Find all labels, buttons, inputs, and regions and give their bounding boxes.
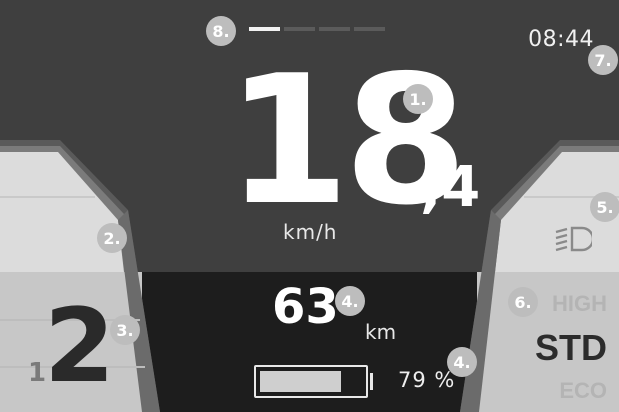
speed-decimal: ,4 [420, 155, 481, 220]
callout-marker-4-battery: 4. [447, 347, 477, 377]
callout-marker-1: 1. [403, 84, 433, 114]
mode-high: HIGH [552, 291, 607, 316]
callout-marker-6: 6. [508, 287, 538, 317]
mode-eco: ECO [559, 378, 607, 403]
callout-marker-4-range: 4. [335, 286, 365, 316]
assist-level-current: 2 [44, 287, 115, 406]
display-screen: 08:44 18 ,4 km/h 1 2 63 km 79 % HIGH STD… [0, 0, 619, 412]
range-value: 63 [272, 279, 339, 335]
page-indicator [249, 27, 385, 31]
battery-percent: 79 % [398, 368, 456, 392]
page-dot [354, 27, 385, 31]
page-dot [319, 27, 350, 31]
callout-marker-7: 7. [588, 45, 618, 75]
mode-std-selected: STD [535, 327, 607, 368]
range-unit: km [365, 320, 397, 344]
callout-marker-8: 8. [206, 16, 236, 46]
callout-marker-5: 5. [590, 192, 619, 222]
callout-marker-2: 2. [97, 223, 127, 253]
battery-gauge [254, 365, 368, 398]
speed-unit: km/h [283, 220, 338, 244]
headlight-icon [555, 226, 592, 252]
clock: 08:44 [528, 27, 594, 52]
callout-marker-3: 3. [110, 315, 140, 345]
page-dot [284, 27, 315, 31]
battery-fill [260, 371, 341, 392]
page-dot-active [249, 27, 280, 31]
battery-tip [370, 373, 373, 390]
